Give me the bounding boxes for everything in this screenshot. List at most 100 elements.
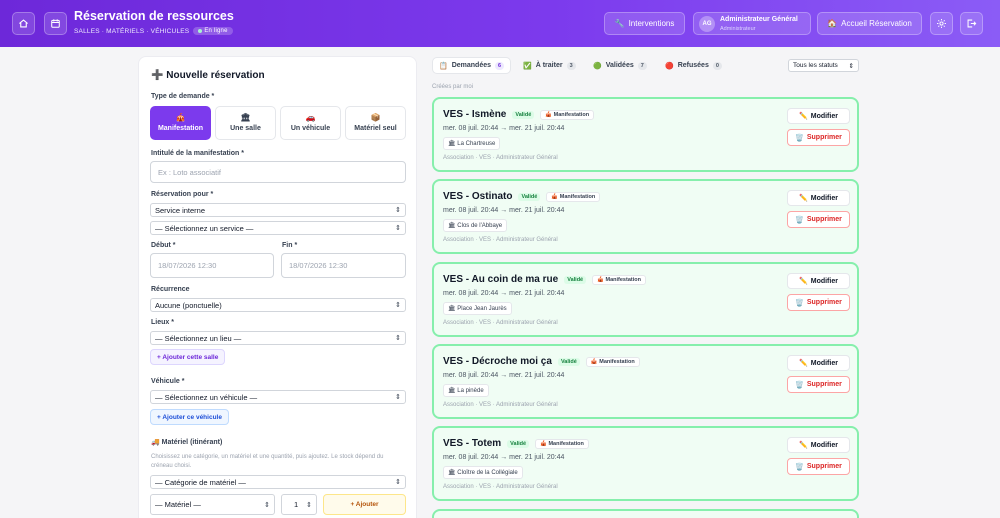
card-title: VES - Décroche moi ça <box>443 356 552 367</box>
app-subtitle: SALLES · MATÉRIELS · VÉHICULES <box>74 27 190 35</box>
calendar-icon <box>51 19 60 28</box>
reservation-card: VES - Décroche moi ça Validé 🎪 Manifesta… <box>432 344 859 419</box>
place-chip: 🏛 La Chartreuse <box>443 137 501 150</box>
vehicule-select[interactable]: — Sélectionnez un véhicule — ⇕ <box>150 390 406 404</box>
add-vehicule-button[interactable]: + Ajouter ce véhicule <box>150 409 229 425</box>
card-title-row: VES - Ostinato Validé 🎪 Manifestation <box>443 191 601 202</box>
lieux-select[interactable]: — Sélectionnez un lieu — ⇕ <box>150 331 406 345</box>
card-dates: mer. 08 juil. 20:44 → mer. 21 juil. 20:4… <box>443 454 565 461</box>
delete-label: Supprimer <box>806 299 842 306</box>
type-salle-button[interactable]: 🏛 Une salle <box>215 106 276 140</box>
intitule-input[interactable]: Ex : Loto associatif <box>150 161 406 183</box>
edit-button[interactable]: ✏️ Modifier <box>787 190 850 206</box>
tab-a-traiter[interactable]: ✅ À traiter 3 <box>517 57 582 74</box>
quantite-stepper[interactable]: 1 ⇕ <box>281 494 317 515</box>
type-badge: 🎪 Manifestation <box>585 356 640 367</box>
select-chevron-icon: ⇕ <box>264 501 270 509</box>
avatar: AG <box>699 16 715 32</box>
reservation-pour-label: Réservation pour * <box>151 191 214 198</box>
trash-icon: 🗑️ <box>795 216 804 224</box>
edit-button[interactable]: ✏️ Modifier <box>787 108 850 124</box>
materiel-value: — Matériel — <box>155 500 201 509</box>
lieux-label: Lieux * <box>151 319 174 326</box>
type-vehicule-button[interactable]: 🚗 Un véhicule <box>280 106 341 140</box>
delete-button[interactable]: 🗑️ Supprimer <box>787 376 850 393</box>
tab-demandees[interactable]: 📋 Demandées 6 <box>432 57 512 74</box>
recurrence-label: Récurrence <box>151 286 190 293</box>
fin-label: Fin * <box>282 242 298 249</box>
edit-button[interactable]: ✏️ Modifier <box>787 273 850 289</box>
debut-input[interactable]: 18/07/2026 12:30 <box>150 253 274 278</box>
status-badge-label: En ligne <box>204 28 228 34</box>
logout-icon <box>967 19 977 28</box>
service-select[interactable]: — Sélectionnez un service — ⇕ <box>150 221 406 235</box>
settings-button[interactable] <box>930 12 953 35</box>
tab-label: Validées <box>605 62 634 69</box>
wrench-icon: 🔧 <box>614 19 625 28</box>
card-title: VES - Ismène <box>443 109 507 120</box>
delete-label: Supprimer <box>806 463 842 470</box>
status-filter-select[interactable]: Tous les statuts ⇕ <box>788 59 859 72</box>
delete-button[interactable]: 🗑️ Supprimer <box>787 211 850 228</box>
edit-button[interactable]: ✏️ Modifier <box>787 437 850 453</box>
card-meta: Association · VES · Administrateur Génér… <box>443 237 558 243</box>
type-materiel-button[interactable]: 📦 Matériel seul <box>345 106 406 140</box>
lieux-value: — Sélectionnez un lieu — <box>155 333 242 343</box>
type-label-text: Manifestation <box>157 125 204 132</box>
materiel-select[interactable]: — Matériel — ⇕ <box>150 494 275 515</box>
add-salle-button[interactable]: + Ajouter cette salle <box>150 349 226 365</box>
type-badge: 🎪 Manifestation <box>546 191 601 202</box>
status-badge: En ligne <box>193 27 233 35</box>
accueil-reservation-button[interactable]: 🏠 Accueil Réservation <box>817 12 922 35</box>
card-title-row: VES - Ismène Validé 🎪 Manifestation <box>443 109 595 120</box>
app-logo <box>44 12 67 35</box>
service-value: — Sélectionnez un service — <box>155 223 254 233</box>
app-subtitle-row: SALLES · MATÉRIELS · VÉHICULES En ligne <box>74 27 233 35</box>
fin-input[interactable]: 18/07/2026 12:30 <box>281 253 406 278</box>
building-icon: 🏛 <box>448 223 458 229</box>
user-menu[interactable]: AG Administrateur Général Administrateur <box>693 12 811 35</box>
sort-label: Créées par moi <box>432 84 474 90</box>
delete-button[interactable]: 🗑️ Supprimer <box>787 294 850 311</box>
vehicule-label: Véhicule * <box>151 378 185 385</box>
form-title-text: Nouvelle réservation <box>166 70 265 81</box>
tent-icon: 🎪 <box>590 358 600 365</box>
place-label: Cloître de la Collégiale <box>457 470 518 476</box>
add-materiel-button[interactable]: + Ajouter <box>323 494 406 515</box>
card-title: VES - Ostinato <box>443 191 513 202</box>
building-icon: 🏛 <box>448 388 458 394</box>
select-chevron-icon: ⇕ <box>395 225 401 232</box>
reservation-card: VES - Ostinato Validé 🎪 Manifestation me… <box>432 179 859 254</box>
edit-label: Modifier <box>810 112 838 120</box>
reservation-pour-select[interactable]: Service interne ⇕ <box>150 203 406 217</box>
trash-icon: 🗑️ <box>795 381 804 389</box>
home-button[interactable] <box>12 12 35 35</box>
tab-refusees[interactable]: 🔴 Refusées 0 <box>659 57 728 74</box>
materiel-help-text: Choisissez une catégorie, un matériel et… <box>151 454 384 469</box>
delete-button[interactable]: 🗑️ Supprimer <box>787 129 850 146</box>
place-chip: 🏛 La pinède <box>443 384 489 397</box>
box-icon: 📦 <box>370 113 381 122</box>
quantite-value: 1 <box>294 500 299 509</box>
status-badge: Validé <box>507 439 530 448</box>
tab-validees[interactable]: 🟢 Validées 7 <box>587 57 653 74</box>
type-badge-label: Manifestation <box>559 193 596 200</box>
type-manifestation-button[interactable]: 🎪 Manifestation <box>150 106 211 140</box>
logout-button[interactable] <box>960 12 983 35</box>
online-dot-icon <box>198 29 203 33</box>
select-chevron-icon: ⇕ <box>395 335 401 342</box>
type-badge-label: Manifestation <box>605 276 641 283</box>
edit-label: Modifier <box>810 277 838 285</box>
edit-label: Modifier <box>810 194 838 202</box>
debut-label: Début * <box>151 242 176 249</box>
intitule-label: Intitulé de la manifestation * <box>151 150 244 157</box>
building-icon: 🏛 <box>448 470 458 476</box>
reservation-pour-value: Service interne <box>155 205 206 215</box>
pencil-icon: ✏️ <box>799 113 808 120</box>
edit-button[interactable]: ✏️ Modifier <box>787 355 850 371</box>
interventions-button[interactable]: 🔧 Interventions <box>604 12 685 35</box>
recurrence-value: Aucune (ponctuelle) <box>155 300 222 310</box>
delete-button[interactable]: 🗑️ Supprimer <box>787 458 850 475</box>
categorie-select[interactable]: — Catégorie de matériel — ⇕ <box>150 475 406 489</box>
recurrence-select[interactable]: Aucune (ponctuelle) ⇕ <box>150 298 406 312</box>
